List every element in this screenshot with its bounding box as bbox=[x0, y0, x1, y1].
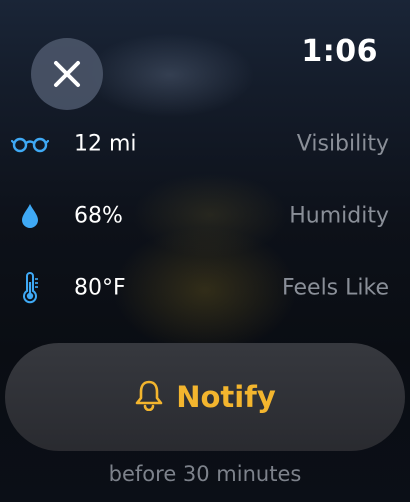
visibility-label: Visibility bbox=[296, 131, 389, 157]
watch-screen: 1:06 12 mi Visibility 68% Humidity 80°F … bbox=[0, 0, 410, 502]
humidity-value: 68% bbox=[74, 203, 123, 229]
visibility-value: 12 mi bbox=[74, 131, 137, 157]
status-time: 1:06 bbox=[301, 34, 378, 69]
thermometer-icon bbox=[10, 266, 50, 310]
feels-like-value: 80°F bbox=[74, 275, 126, 301]
feels-like-label: Feels Like bbox=[282, 275, 389, 301]
notify-timing-text: before 30 minutes bbox=[108, 462, 302, 486]
glasses-icon bbox=[10, 122, 50, 166]
notify-label: Notify bbox=[176, 380, 276, 414]
detail-row-visibility: 12 mi Visibility bbox=[0, 122, 410, 166]
humidity-label: Humidity bbox=[289, 203, 389, 229]
water-drop-icon bbox=[10, 194, 50, 238]
detail-row-humidity: 68% Humidity bbox=[0, 194, 410, 238]
notify-button[interactable]: Notify bbox=[5, 343, 405, 451]
close-button[interactable] bbox=[31, 38, 103, 110]
detail-row-feels-like: 80°F Feels Like bbox=[0, 266, 410, 310]
bell-icon bbox=[134, 379, 164, 415]
close-icon bbox=[52, 59, 82, 89]
